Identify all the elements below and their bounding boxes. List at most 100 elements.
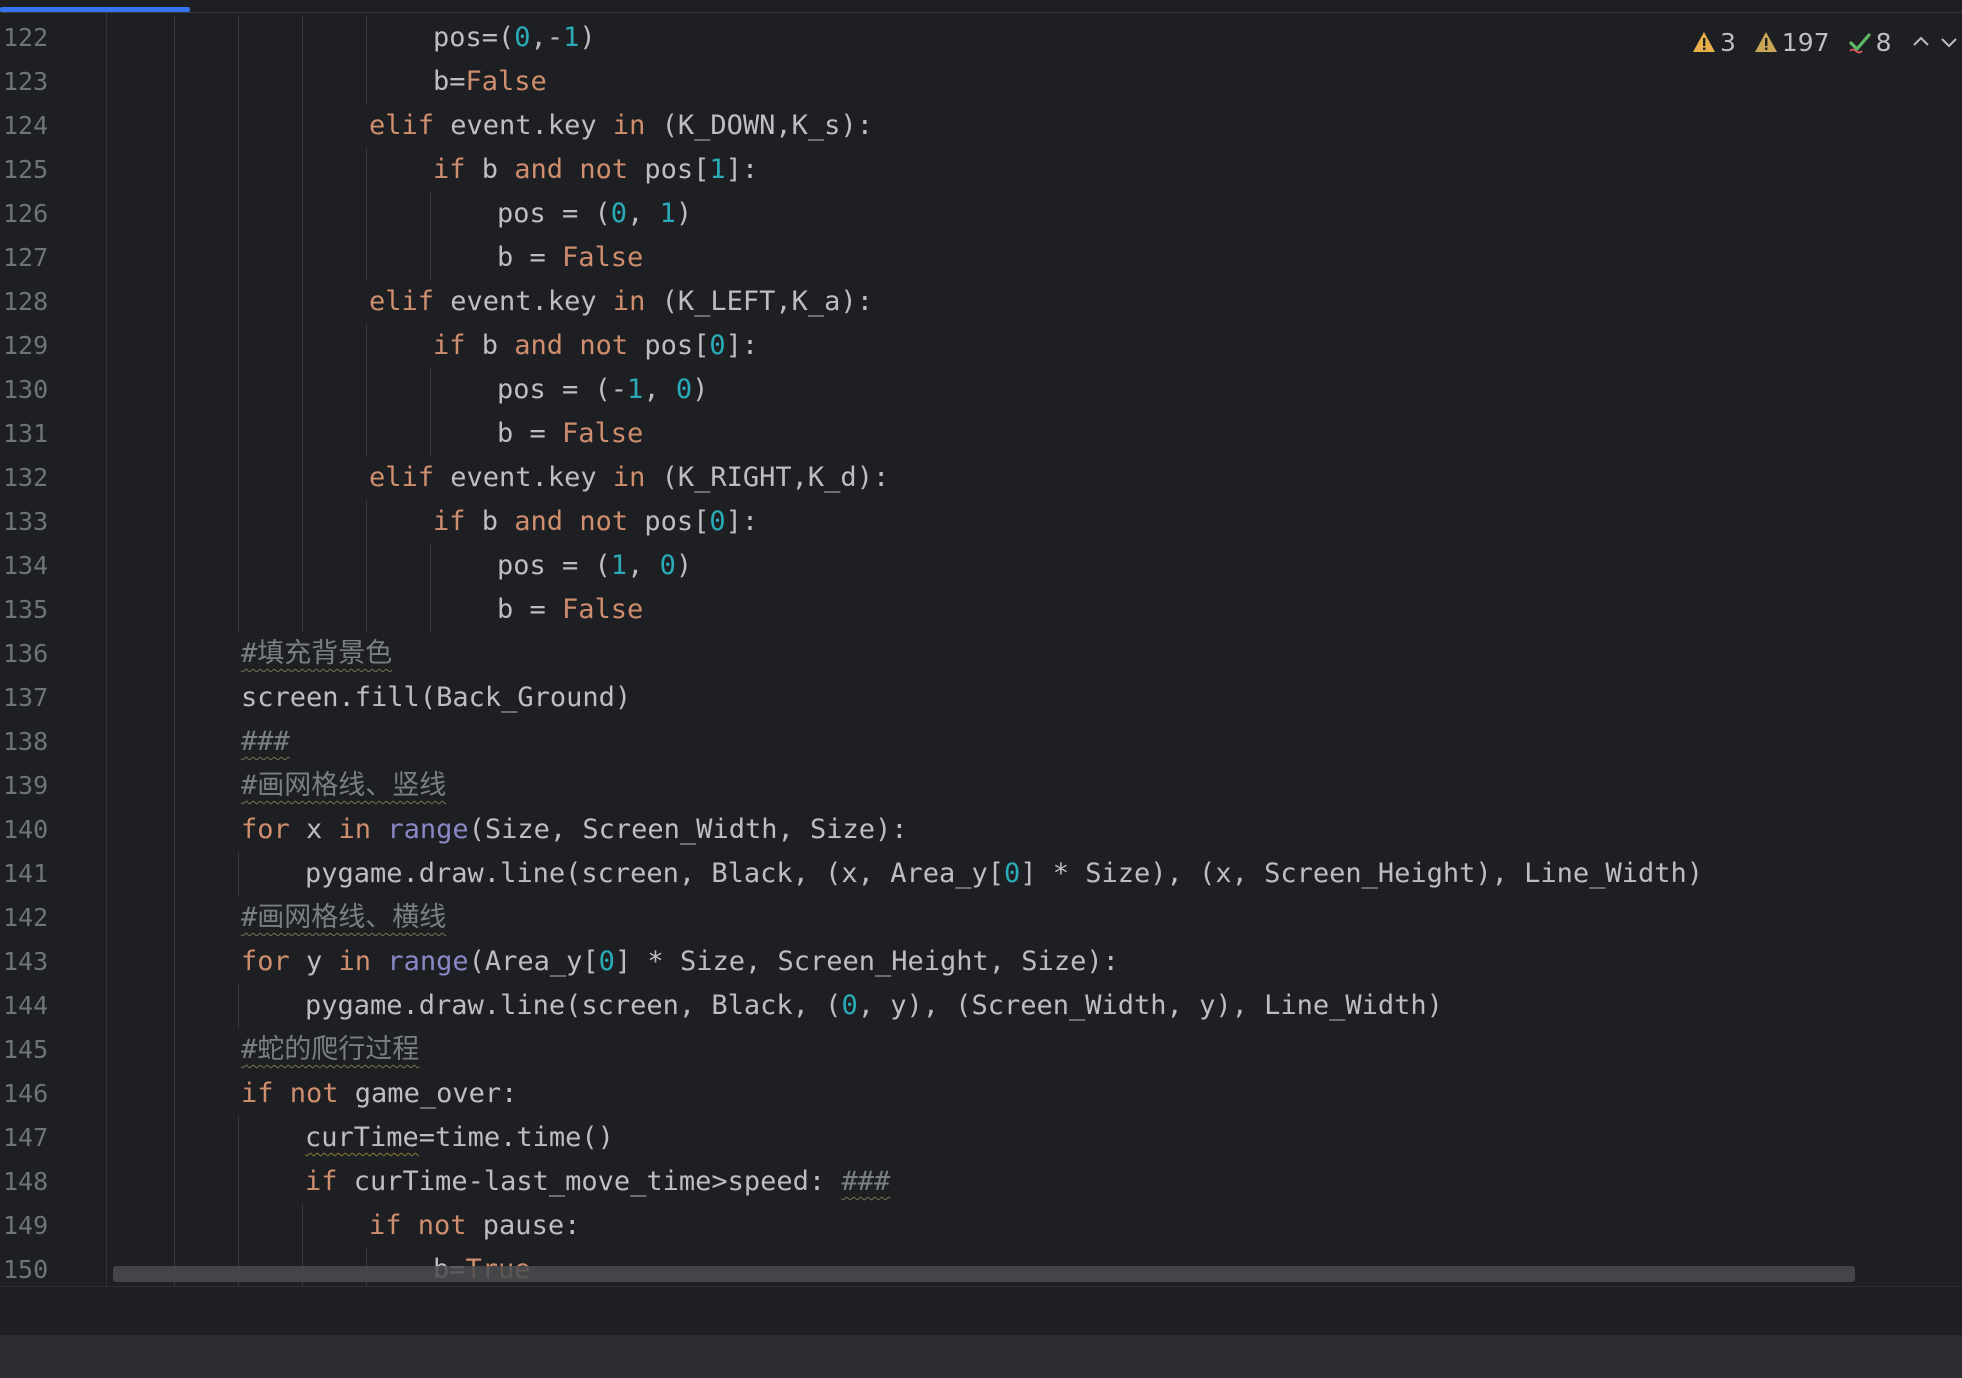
line-number[interactable]: 126 [3,192,63,236]
code-line[interactable]: 125 if b and not pos[1]: [0,148,1962,192]
line-number[interactable]: 136 [3,632,63,676]
code-line[interactable]: 130 pos = (-1, 0) [0,368,1962,412]
line-number[interactable]: 133 [3,500,63,544]
line-number[interactable]: 150 [3,1248,63,1286]
code-text[interactable]: for x in range(Size, Screen_Width, Size)… [241,808,908,852]
code-text[interactable]: b = False [497,412,643,456]
code-line[interactable]: 146 if not game_over: [0,1072,1962,1116]
code-token: 0 [598,946,615,977]
code-line[interactable]: 141 pygame.draw.line(screen, Black, (x, A… [0,852,1962,896]
line-number[interactable]: 137 [3,676,63,720]
errors-indicator[interactable]: 3 [1692,28,1736,57]
code-token: ) [692,374,709,405]
code-text[interactable]: if b and not pos[1]: [433,148,758,192]
code-line[interactable]: 131 b = False [0,412,1962,456]
code-text[interactable]: screen.fill(Back_Ground) [241,676,631,720]
code-text[interactable]: pos=(pos=0,-1) [433,16,596,60]
line-number[interactable]: 132 [3,456,63,500]
code-line[interactable]: 142 #画网格线、横线 [0,896,1962,940]
code-text[interactable]: elif event.key in (K_LEFT,K_a): [369,280,873,324]
line-number[interactable]: 147 [3,1116,63,1160]
line-number[interactable]: 129 [3,324,63,368]
code-line[interactable]: 139 #画网格线、竖线 [0,764,1962,808]
code-text[interactable]: ### [241,720,290,764]
code-text[interactable]: #填充背景色 [241,632,392,676]
code-text[interactable]: #画网格线、竖线 [241,764,446,808]
code-line[interactable]: 143 for y in range(Area_y[0] * Size, Scre… [0,940,1962,984]
line-number[interactable]: 135 [3,588,63,632]
typos-indicator[interactable]: 8 [1848,28,1892,57]
code-line[interactable]: 135 b = False [0,588,1962,632]
warnings-indicator[interactable]: 197 [1754,28,1830,57]
code-text[interactable]: #画网格线、横线 [241,896,446,940]
code-line[interactable]: 144 pygame.draw.line(screen, Black, (0, y… [0,984,1962,1028]
code-line[interactable]: 126 pos = (0, 1) [0,192,1962,236]
code-line[interactable]: 145 #蛇的爬行过程 [0,1028,1962,1072]
code-line[interactable]: 128 elif event.key in (K_LEFT,K_a): [0,280,1962,324]
line-number[interactable]: 123 [3,60,63,104]
line-number[interactable]: 122 [3,16,63,60]
line-number[interactable]: 146 [3,1072,63,1116]
chevron-down-icon[interactable] [1938,31,1960,53]
code-line[interactable]: 138 ### [0,720,1962,764]
line-number[interactable]: 144 [3,984,63,1028]
code-text[interactable]: if b and not pos[0]: [433,324,758,368]
code-text[interactable]: #蛇的爬行过程 [241,1028,419,1072]
line-number[interactable]: 138 [3,720,63,764]
code-text[interactable]: for y in range(Area_y[0] * Size, Screen_… [241,940,1119,984]
line-number[interactable]: 148 [3,1160,63,1204]
line-number[interactable]: 125 [3,148,63,192]
code-text[interactable]: b = False [497,588,643,632]
line-number[interactable]: 139 [3,764,63,808]
code-text[interactable]: pos = (-1, 0) [497,368,708,412]
line-number[interactable]: 124 [3,104,63,148]
code-line[interactable]: 122 pos=(pos=0,-1) [0,16,1962,60]
horizontal-scrollbar[interactable] [113,1266,1855,1282]
code-line[interactable]: 127 b = False [0,236,1962,280]
code-line[interactable]: 134 pos = (1, 0) [0,544,1962,588]
code-text[interactable]: b=False [433,60,547,104]
code-text[interactable]: elif event.key in (K_DOWN,K_s): [369,104,873,148]
code-line[interactable]: 148 if curTime-last_move_time>speed: ### [0,1160,1962,1204]
code-text[interactable]: pos = (1, 0) [497,544,692,588]
code-line[interactable]: 149 if not pause: [0,1204,1962,1248]
code-line[interactable]: 140 for x in range(Size, Screen_Width, Si… [0,808,1962,852]
code-text[interactable]: elif event.key in (K_RIGHT,K_d): [369,456,889,500]
indent-guide [430,544,431,588]
code-text[interactable]: if curTime-last_move_time>speed: ### [305,1160,890,1204]
line-number[interactable]: 127 [3,236,63,280]
code-text[interactable]: if not pause: [369,1204,580,1248]
code-line[interactable]: 136 #填充背景色 [0,632,1962,676]
code-text[interactable]: pygame.draw.line(screen, Black, (0, y), … [305,984,1443,1028]
line-number[interactable]: 142 [3,896,63,940]
line-number[interactable]: 141 [3,852,63,896]
code-text[interactable]: curTime=time.time() [305,1116,614,1160]
code-line[interactable]: 123 b=False [0,60,1962,104]
line-number[interactable]: 128 [3,280,63,324]
code-line[interactable]: 132 elif event.key in (K_RIGHT,K_d): [0,456,1962,500]
inspection-widget[interactable]: 3 197 8 [1692,22,1960,62]
line-number[interactable]: 140 [3,808,63,852]
code-editor[interactable]: 122 pos=(pos=0,-1) 123 b=False 124 elif event… [0,0,1962,1286]
code-text[interactable]: pos = (0, 1) [497,192,692,236]
line-number[interactable]: 134 [3,544,63,588]
line-number[interactable]: 131 [3,412,63,456]
code-token: ) [675,198,693,229]
code-line[interactable]: 147 curTime=time.time() [0,1116,1962,1160]
indent-guide [174,1028,175,1072]
line-number[interactable]: 130 [3,368,63,412]
code-text[interactable]: b = False [497,236,643,280]
code-line[interactable]: 137 screen.fill(Back_Ground) [0,676,1962,720]
line-number[interactable]: 143 [3,940,63,984]
code-line[interactable]: 133 if b and not pos[0]: [0,500,1962,544]
code-text[interactable]: pygame.draw.line(screen, Black, (x, Area… [305,852,1703,896]
code-line[interactable]: 124 elif event.key in (K_DOWN,K_s): [0,104,1962,148]
code-line[interactable]: 129 if b and not pos[0]: [0,324,1962,368]
line-number[interactable]: 149 [3,1204,63,1248]
line-number[interactable]: 145 [3,1028,63,1072]
chevron-up-icon[interactable] [1910,31,1932,53]
code-token: ) [675,550,693,581]
indent-guide [174,720,175,764]
code-text[interactable]: if b and not pos[0]: [433,500,758,544]
code-text[interactable]: if not game_over: [241,1072,517,1116]
